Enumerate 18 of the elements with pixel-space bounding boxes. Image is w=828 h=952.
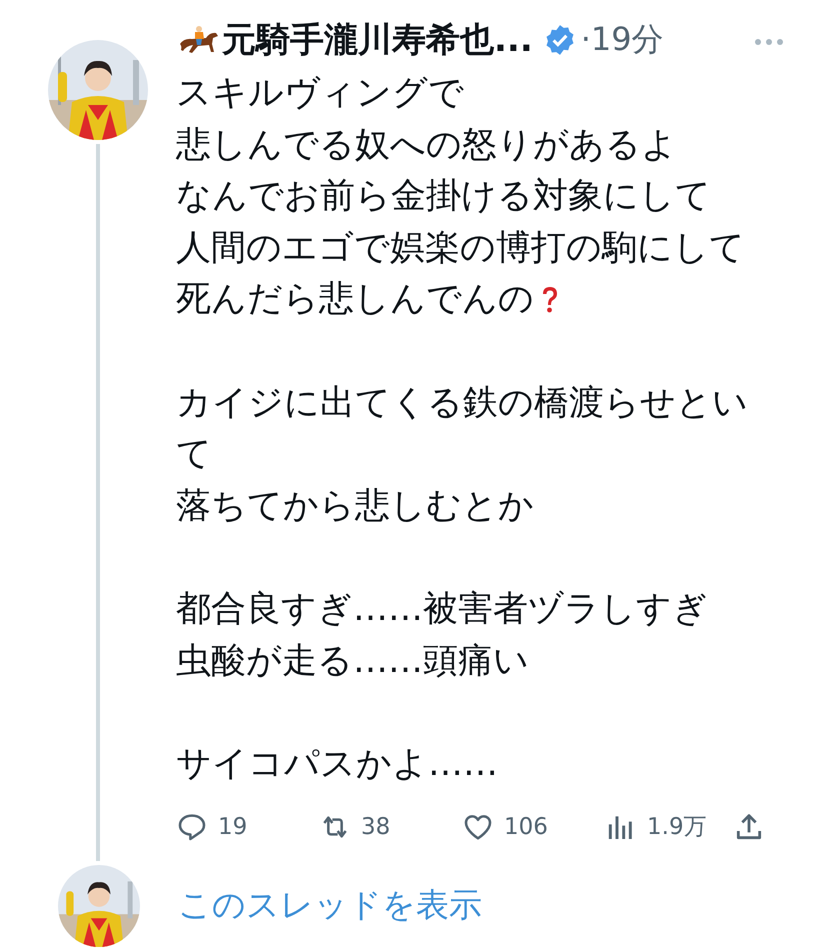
action-count: 19 (218, 814, 248, 840)
timestamp[interactable]: ·19分 (580, 18, 664, 62)
action-count: 106 (504, 814, 548, 840)
tweet-text-line: て (176, 433, 212, 476)
tweet-text-line: 落ちてから悲しむとか (176, 484, 534, 528)
tweet-text-line: 人間のエゴで娯楽の博打の駒にして (176, 226, 745, 270)
tweet-text-line: 都合良すぎ……被害者ヅラしすぎ (176, 588, 708, 631)
tweet-text-line: 虫酸が走る……頭痛い (176, 640, 529, 682)
tweet-text-line: なんでお前ら金掛ける対象にして (176, 175, 711, 218)
show-thread-link[interactable]: このスレッドを表示 (178, 883, 482, 928)
tweet-text-line: サイコパスかよ…… (176, 743, 498, 786)
tweet-text-line: カイジに出てくる鉄の橋渡らせとい (176, 382, 748, 424)
tweet-text-line: 死んだら悲しんでんの (176, 278, 534, 321)
tweet-text-line: 悲しんでる奴への怒りがあるよ (176, 124, 677, 166)
action-count: 38 (361, 814, 390, 840)
author-name[interactable]: 元騎手瀧川寿希也... (222, 17, 533, 63)
tweet-text-line: スキルヴィングで (176, 72, 464, 115)
action-count: 1.9万 (647, 813, 707, 842)
